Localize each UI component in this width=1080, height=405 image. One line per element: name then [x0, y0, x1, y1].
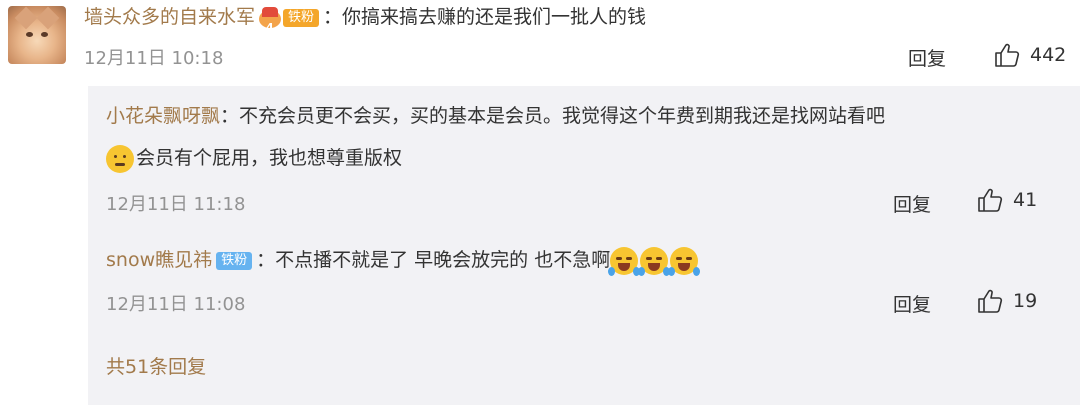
reply-1-text-2: 会员有个屁用，我也想尊重版权 [136, 147, 403, 169]
crying-laughing-emoji-icon [638, 246, 671, 276]
fans-badge: 铁粉 [283, 8, 320, 27]
view-all-replies-link[interactable]: 共51条回复 [106, 352, 206, 379]
reply-2-like-count: 19 [1013, 290, 1038, 312]
thumbs-up-icon [978, 188, 1003, 212]
reply-2-username[interactable]: snow瞧见祎 [106, 249, 212, 271]
reply-1-line2: 会员有个屁用，我也想尊重版权 [106, 143, 402, 173]
thumbs-up-icon [995, 43, 1020, 67]
reply-button[interactable]: 回复 [908, 44, 946, 71]
thumbs-up-icon [978, 289, 1003, 313]
vip-crown-badge: 4 铁粉 [259, 6, 320, 34]
reply-1-username[interactable]: 小花朵飘呀飘 [106, 105, 220, 127]
main-comment-time: 12月11日 10:18 [84, 48, 224, 69]
reply-1-time: 12月11日 11:18 [106, 194, 246, 215]
reply-2-line: snow瞧见祎 铁粉 ：不点播不就是了 早晚会放完的 也不急啊 [106, 245, 701, 276]
reply-1-reply-button[interactable]: 回复 [893, 190, 931, 217]
fans-badge: 铁粉 [216, 251, 253, 270]
main-comment-username[interactable]: 墙头众多的自来水军 [84, 6, 255, 28]
shrug-emoji-icon [106, 144, 134, 173]
reply-1-like-button[interactable]: 41 [977, 187, 1037, 213]
reply-1-line1: 小花朵飘呀飘：不充会员更不会买，买的基本是会员。我觉得这个年费到期我还是找网站看… [106, 105, 886, 127]
crying-laughing-emoji-icon [608, 246, 641, 276]
reply-2-text: 不点播不就是了 早晚会放完的 也不急啊 [275, 249, 611, 271]
reply-1-text: 不充会员更不会买，买的基本是会员。我觉得这个年费到期我还是找网站看吧 [239, 105, 886, 127]
like-count: 442 [1030, 44, 1067, 66]
reply-2-reply-button[interactable]: 回复 [893, 290, 931, 317]
reply-2-like-button[interactable]: 19 [977, 288, 1037, 314]
like-button[interactable]: 442 [994, 42, 1066, 68]
crown-icon: 4 [259, 6, 283, 34]
user-avatar[interactable] [8, 6, 66, 64]
reply-2-time: 12月11日 11:08 [106, 294, 246, 315]
reply-1-like-count: 41 [1013, 189, 1038, 211]
crying-laughing-emoji-icon [668, 246, 701, 276]
main-comment-text: 你搞来搞去赚的还是我们一批人的钱 [342, 6, 647, 28]
main-comment-line: 墙头众多的自来水军 4 铁粉 ：你搞来搞去赚的还是我们一批人的钱 [84, 6, 647, 34]
